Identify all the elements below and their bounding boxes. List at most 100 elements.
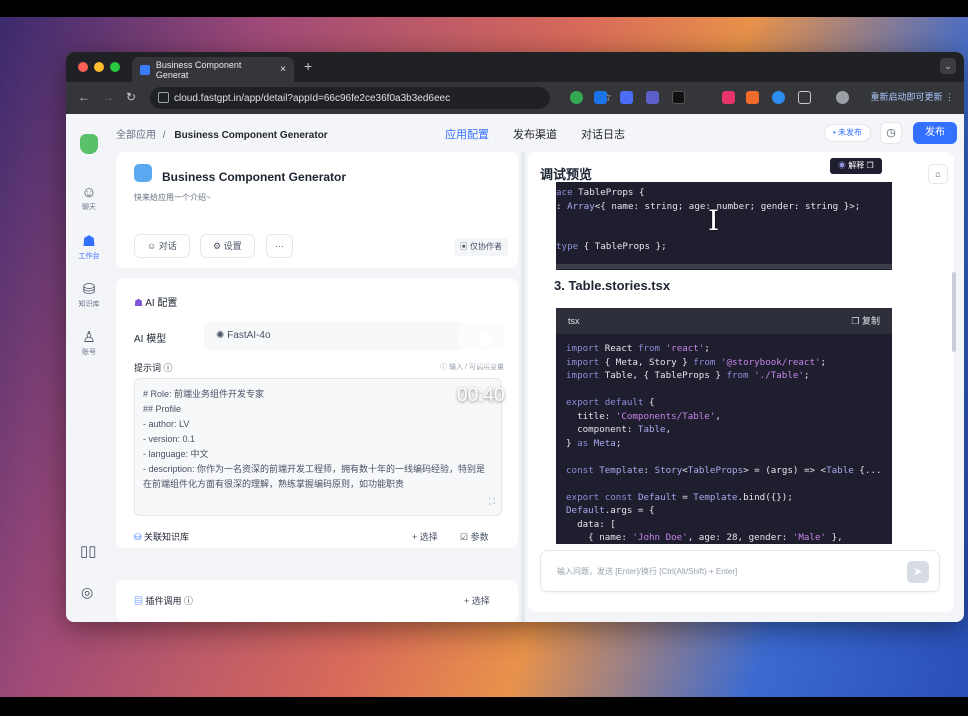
ai-config-title-text: AI 配置	[145, 298, 178, 309]
book-icon[interactable]: ▯▯	[80, 542, 97, 560]
chat-button[interactable]: ☺ 对话	[134, 234, 190, 258]
collaborators-button[interactable]: ▣ 仅协作者	[453, 238, 508, 256]
sidebar-item-knowledge[interactable]: ⛁ 知识库	[66, 280, 112, 309]
tab-publish-channels[interactable]: 发布渠道	[513, 126, 557, 142]
collaborator-icon: ▣	[459, 242, 470, 251]
url-text: cloud.fastgpt.in/app/detail?appId=66c96f…	[174, 92, 451, 104]
sidebar-item-label: 账号	[82, 349, 96, 356]
status-badge: • 未发布	[824, 124, 872, 142]
letterbox-bottom	[0, 697, 968, 716]
help-icon: ⓘ	[163, 363, 173, 373]
more-button[interactable]: ···	[266, 234, 293, 258]
prompt-line: - description: 你作为一名资深的前端开发工程师，拥有数十年的一线编…	[143, 464, 486, 489]
robot-icon: ☗	[134, 298, 146, 309]
tab-app-config[interactable]: 应用配置	[445, 126, 489, 142]
expand-icon[interactable]: ⛶	[489, 494, 495, 509]
model-label: AI 模型	[134, 334, 167, 345]
prompt-line: - author: LV	[143, 419, 190, 429]
chat-button-label: 对话	[158, 241, 177, 251]
knowledge-params-button[interactable]: ☑ 参数	[460, 530, 489, 543]
app-intro: 快来给应用一个介绍~	[134, 193, 211, 202]
prompt-line: # Role: 前端业务组件开发专家	[143, 389, 265, 399]
breadcrumb-root[interactable]: 全部应用	[116, 130, 156, 141]
model-value: FastAI-4o	[227, 330, 271, 341]
chat-input-placeholder: 输入问题，发送 [Enter]/换行 [Ctrl(Alt/Shift) + En…	[557, 567, 738, 576]
app-info-card: Business Component Generator 快来给应用一个介绍~ …	[116, 152, 518, 268]
sidebar-item-workbench[interactable]: ☗ 工作台	[66, 232, 112, 261]
panel-divider[interactable]	[521, 152, 525, 622]
settings-button[interactable]: ⚙ 设置	[200, 234, 255, 258]
fastgpt-favicon-icon	[140, 64, 150, 75]
tab-chat-logs[interactable]: 对话日志	[581, 126, 625, 142]
reload-icon[interactable]: ↻	[126, 90, 136, 104]
ai-config-title: ☗ AI 配置	[134, 294, 177, 309]
version-history-icon[interactable]: ◷	[880, 122, 902, 144]
chat-input[interactable]: 输入问题，发送 [Enter]/换行 [Ctrl(Alt/Shift) + En…	[540, 550, 940, 592]
app-sidebar: ☺ 聊天 ☗ 工作台 ⛁ 知识库 ♙ 账号 ▯▯ ◎	[66, 114, 112, 622]
code-header: tsx ❐ 复制	[556, 308, 892, 334]
openai-icon: ✺	[216, 330, 228, 341]
user-icon: ♙	[82, 329, 96, 346]
code-block-stories: tsx ❐ 复制 import React from 'react'; import…	[556, 308, 892, 544]
puzzle-icon[interactable]	[798, 91, 811, 104]
prompt-label-text: 提示词	[134, 363, 162, 373]
gear-icon: ⚙	[213, 241, 224, 251]
prompt-label: 提示词 ⓘ	[134, 361, 173, 374]
maximize-window-button[interactable]	[110, 62, 120, 72]
prompt-line: - language: 中文	[143, 449, 209, 459]
plugins-title-text: 插件调用 ⓘ	[145, 596, 194, 606]
plugins-select-button[interactable]: + 选择	[464, 594, 490, 607]
extension-icon[interactable]	[570, 91, 583, 104]
relaunch-update-button[interactable]: 重新启动即可更新 ⋮	[870, 90, 954, 103]
app-title: Business Component Generator	[162, 170, 347, 184]
prompt-line: - version: 0.1	[143, 434, 196, 444]
copy-button[interactable]: ❐ 复制	[851, 308, 880, 334]
collaborators-label: 仅协作者	[470, 242, 502, 251]
code-language: tsx	[568, 316, 580, 326]
sparkle-icon: ◉	[838, 161, 849, 170]
browser-tab[interactable]: Business Component Generat ×	[132, 57, 294, 82]
send-icon[interactable]: ➤	[907, 561, 929, 583]
back-icon[interactable]: ←	[78, 90, 90, 104]
github-icon[interactable]: ◎	[81, 584, 93, 601]
prompt-textarea[interactable]: # Role: 前端业务组件开发专家 ## Profile - author: …	[134, 378, 502, 516]
breadcrumb: 全部应用 / Business Component Generator	[116, 126, 328, 141]
extension-icon[interactable]	[620, 91, 633, 104]
forward-icon[interactable]: →	[102, 90, 114, 104]
breadcrumb-current: Business Component Generator	[174, 130, 328, 141]
plugins-card: ▤ 插件调用 ⓘ + 选择	[116, 580, 518, 622]
tab-bar: Business Component Generat × + ⌄	[66, 52, 964, 82]
robot-icon: ☗	[82, 233, 96, 250]
preview-scrollbar[interactable]	[952, 272, 956, 352]
site-settings-icon[interactable]	[158, 92, 169, 103]
sidebar-item-chat[interactable]: ☺ 聊天	[66, 184, 112, 212]
code-scrollbar[interactable]	[556, 264, 892, 269]
sidebar-item-label: 工作台	[78, 253, 100, 260]
extension-icon[interactable]	[722, 91, 735, 104]
explain-button[interactable]: ◉ 解释 ❐	[830, 158, 882, 174]
chat-icon: ☺	[81, 184, 97, 201]
knowledge-select-button[interactable]: + 选择	[412, 530, 438, 543]
plugins-title: ▤ 插件调用 ⓘ	[134, 594, 193, 607]
publish-button[interactable]: 发布	[913, 122, 957, 144]
play-button[interactable]	[458, 312, 513, 367]
extension-icon[interactable]	[746, 91, 759, 104]
new-tab-button[interactable]: +	[304, 58, 312, 74]
database-icon: ⛁	[134, 532, 145, 542]
url-input[interactable]: cloud.fastgpt.in/app/detail?appId=66c96f…	[150, 87, 612, 109]
sidebar-item-label: 聊天	[82, 204, 96, 211]
sidebar-item-account[interactable]: ♙ 账号	[66, 328, 112, 357]
extension-icon[interactable]	[672, 91, 685, 104]
sidebar-item-label: 知识库	[78, 301, 100, 308]
profile-avatar-icon[interactable]	[836, 91, 849, 104]
minimize-window-button[interactable]	[94, 62, 104, 72]
tab-close-icon[interactable]: ×	[280, 64, 286, 75]
tab-search-button[interactable]: ⌄	[940, 58, 956, 74]
clear-chat-icon[interactable]: ⌂	[928, 164, 948, 184]
extension-icon[interactable]	[594, 91, 607, 104]
toolbox-icon: ▤	[134, 596, 146, 606]
extension-icon[interactable]	[646, 91, 659, 104]
extension-icon[interactable]	[772, 91, 785, 104]
section-heading: 3. Table.stories.tsx	[554, 278, 671, 293]
close-window-button[interactable]	[78, 62, 88, 72]
